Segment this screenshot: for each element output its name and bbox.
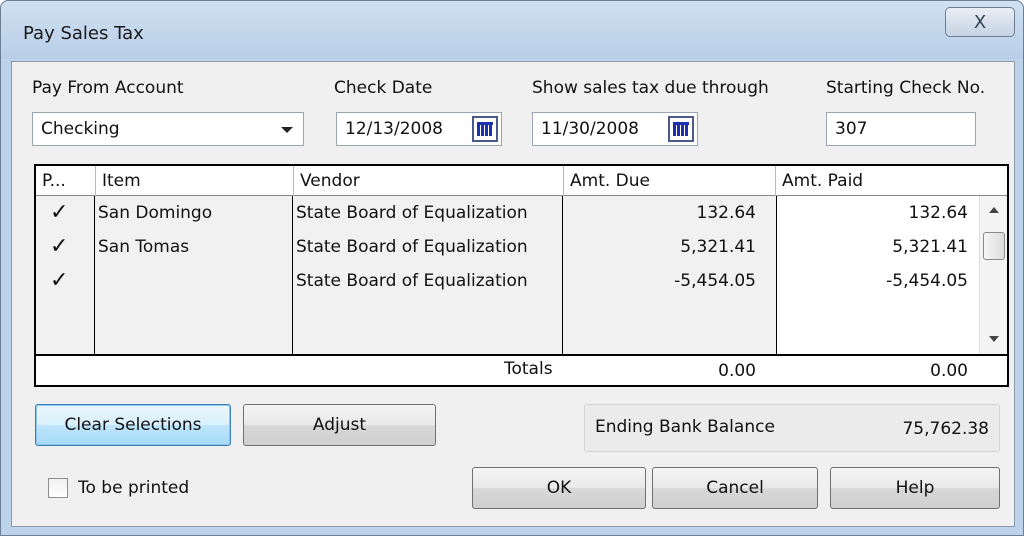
title-bar: Pay Sales Tax X bbox=[1, 1, 1023, 59]
column-header-amt-paid[interactable]: Amt. Paid bbox=[776, 166, 1007, 196]
amt-paid-cell[interactable]: 5,321.41 bbox=[778, 230, 968, 264]
vendor-cell: State Board of Equalization bbox=[296, 237, 528, 257]
check-date-label: Check Date bbox=[334, 78, 433, 98]
table-scrollbar[interactable] bbox=[979, 196, 1007, 354]
pay-checkmark-icon[interactable]: ✓ bbox=[50, 230, 68, 264]
column-divider bbox=[776, 196, 777, 354]
chevron-down-icon bbox=[281, 127, 293, 133]
starting-check-number-field[interactable]: 307 bbox=[826, 112, 976, 146]
to-be-printed-checkbox[interactable] bbox=[48, 478, 68, 498]
amt-due-cell: 132.64 bbox=[696, 203, 756, 223]
vendor-cell: State Board of Equalization bbox=[296, 203, 528, 223]
total-amt-paid: 0.00 bbox=[930, 361, 968, 381]
scroll-thumb[interactable] bbox=[983, 232, 1005, 260]
pay-checkmark-icon[interactable]: ✓ bbox=[50, 196, 68, 230]
show-through-label: Show sales tax due through bbox=[532, 78, 769, 98]
calendar-icon[interactable] bbox=[472, 116, 498, 142]
totals-label: Totals bbox=[504, 359, 553, 379]
pay-from-value: Checking bbox=[41, 119, 120, 139]
help-label: Help bbox=[895, 478, 935, 498]
check-date-value: 12/13/2008 bbox=[345, 119, 443, 139]
pay-from-account-select[interactable]: Checking bbox=[32, 112, 304, 146]
show-through-value: 11/30/2008 bbox=[541, 119, 639, 139]
item-cell: San Tomas bbox=[98, 237, 190, 257]
window-title: Pay Sales Tax bbox=[23, 23, 144, 44]
cancel-button[interactable]: Cancel bbox=[652, 467, 818, 509]
pay-checkmark-icon[interactable]: ✓ bbox=[50, 264, 68, 298]
close-button[interactable]: X bbox=[945, 7, 1015, 37]
amt-paid-cell[interactable]: 132.64 bbox=[778, 196, 968, 230]
scroll-up-icon[interactable] bbox=[989, 207, 999, 213]
item-cell: San Domingo bbox=[98, 203, 213, 223]
ending-bank-balance-value: 75,762.38 bbox=[902, 419, 989, 439]
to-be-printed-label[interactable]: To be printed bbox=[78, 478, 189, 498]
check-date-field[interactable]: 12/13/2008 bbox=[336, 112, 502, 146]
ending-bank-balance-label: Ending Bank Balance bbox=[595, 417, 775, 437]
vendor-cell: State Board of Equalization bbox=[296, 271, 528, 291]
cancel-label: Cancel bbox=[706, 478, 764, 498]
help-button[interactable]: Help bbox=[830, 467, 1000, 509]
calendar-icon[interactable] bbox=[668, 116, 694, 142]
amt-due-cell: -5,454.05 bbox=[674, 271, 756, 291]
ok-button[interactable]: OK bbox=[472, 467, 646, 509]
show-through-date-field[interactable]: 11/30/2008 bbox=[532, 112, 698, 146]
clear-selections-label: Clear Selections bbox=[64, 415, 202, 435]
pay-sales-tax-window: Pay Sales Tax X Pay From Account Check D… bbox=[0, 0, 1024, 536]
starting-check-value: 307 bbox=[835, 119, 868, 139]
column-header-amt-due[interactable]: Amt. Due bbox=[564, 166, 776, 196]
amt-due-cell: 5,321.41 bbox=[680, 237, 756, 257]
totals-row: Totals 0.00 0.00 bbox=[36, 354, 1007, 385]
close-icon: X bbox=[973, 11, 987, 33]
adjust-button[interactable]: Adjust bbox=[243, 404, 436, 446]
pay-from-label: Pay From Account bbox=[32, 78, 184, 98]
column-divider bbox=[562, 196, 563, 354]
sales-tax-table: P... Item Vendor Amt. Due Amt. Paid ✓ Sa… bbox=[34, 164, 1009, 387]
column-header-pay[interactable]: P... bbox=[36, 166, 96, 196]
ok-label: OK bbox=[546, 478, 572, 498]
column-header-item[interactable]: Item bbox=[96, 166, 294, 196]
adjust-label: Adjust bbox=[312, 415, 367, 435]
column-header-vendor[interactable]: Vendor bbox=[294, 166, 564, 196]
total-amt-due: 0.00 bbox=[718, 361, 756, 381]
amt-paid-cell[interactable]: -5,454.05 bbox=[778, 264, 968, 298]
ending-bank-balance: Ending Bank Balance 75,762.38 bbox=[584, 404, 1000, 452]
clear-selections-button[interactable]: Clear Selections bbox=[35, 404, 231, 446]
starting-check-label: Starting Check No. bbox=[826, 78, 986, 98]
column-divider bbox=[94, 196, 95, 354]
scroll-down-icon[interactable] bbox=[989, 336, 999, 342]
dialog-body: Pay From Account Check Date Show sales t… bbox=[11, 61, 1015, 527]
table-header: P... Item Vendor Amt. Due Amt. Paid bbox=[36, 166, 1007, 196]
column-divider bbox=[292, 196, 293, 354]
